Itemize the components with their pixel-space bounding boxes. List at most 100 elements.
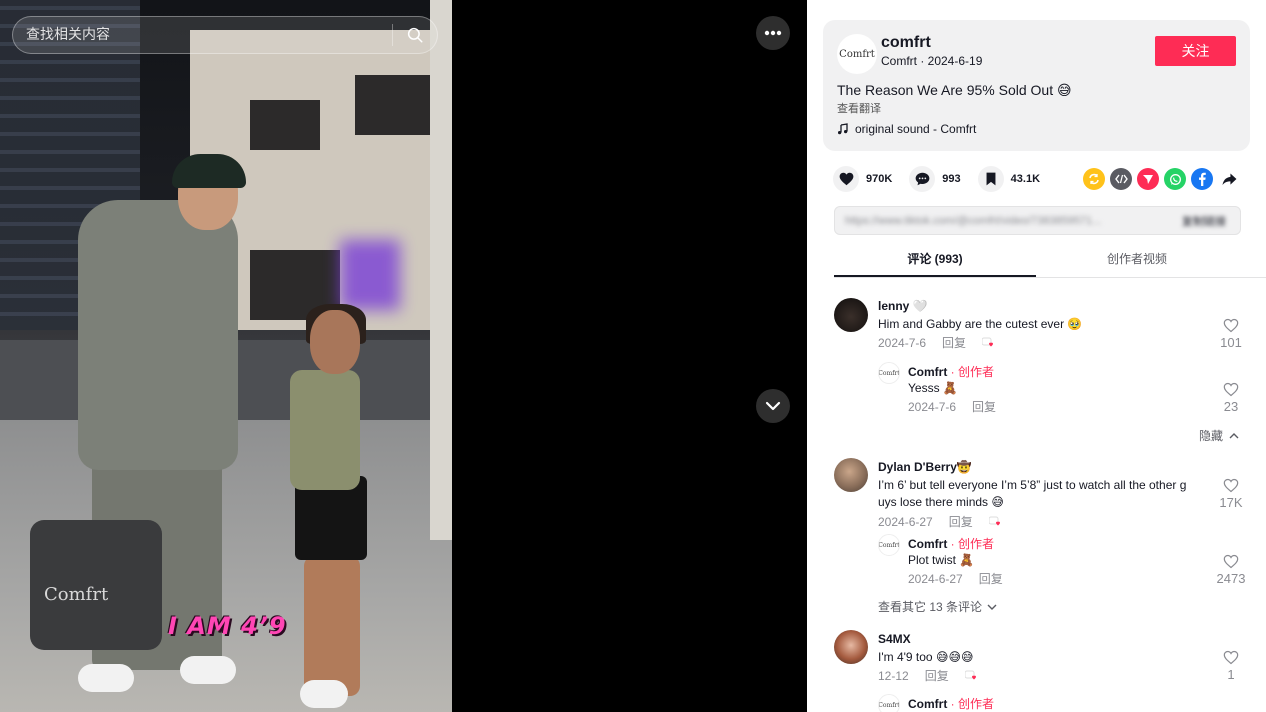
reply-author-avatar[interactable]: Comfrt [878,534,900,556]
commenter-name[interactable]: lenny 🤍 [878,299,928,313]
comment-like[interactable]: 17K [1211,478,1251,510]
commenter-name[interactable]: S4MX [878,632,911,646]
embed-button[interactable] [1110,168,1132,190]
video-player[interactable]: Comfrt I AM 4’9 [0,0,452,712]
creator-tag: · 创作者 [947,365,994,379]
comment-meta: 2024-6-27 回复 [878,513,1003,530]
reply-meta: 2024-6-27 回复 [908,570,1003,587]
creator-tag: · 创作者 [947,537,994,551]
creator-subtitle: Comfrt · 2024-6-19 [881,54,983,68]
comment-date: 2024-6-27 [878,514,933,529]
commenter-name[interactable]: Dylan D'Berry🤠 [878,460,972,474]
video-person-tall [78,200,238,470]
comment-like-count: 17K [1219,495,1243,510]
heart-outline-icon[interactable] [1223,382,1239,397]
facebook-share-button[interactable] [1191,168,1213,190]
chevron-up-icon [1229,432,1239,438]
video-shoe [300,680,348,708]
like-action[interactable]: 970K [833,166,892,192]
save-action[interactable]: 43.1K [977,166,1041,192]
reply-button[interactable]: 回复 [942,334,966,351]
heart-outline-icon[interactable] [1223,650,1239,665]
comment-like[interactable]: 101 [1211,318,1251,350]
reply-date: 2024-7-6 [908,399,957,414]
video-person-short-legs [304,556,360,696]
more-options-button[interactable] [756,16,790,50]
reply-author-avatar[interactable]: Comfrt [878,362,900,384]
video-person-tall-cap [172,154,246,188]
comment-date: 2024-7-6 [878,335,927,350]
reply-like-count: 2473 [1216,571,1246,586]
send-to-friend-button[interactable] [1137,168,1159,190]
search-input[interactable] [13,17,392,53]
comment-like[interactable]: 1 [1211,650,1251,682]
reply-author-name: Comfrt [908,365,948,379]
heart-outline-icon[interactable] [1223,478,1239,493]
comment-meta: 12-12 回复 [878,667,979,684]
chevron-down-icon [987,604,997,610]
chevron-down-icon [765,401,781,411]
comment-action[interactable]: 993 [909,166,961,192]
translate-link[interactable]: 查看翻译 [837,100,881,116]
post-caption: The Reason We Are 95% Sold Out 😅 [837,82,1072,98]
comment-button[interactable] [909,166,936,192]
save-count: 43.1K [1010,173,1041,185]
reply-author[interactable]: Comfrt · 创作者 [908,363,994,380]
video-shoe [78,664,134,692]
like-button[interactable] [833,166,859,192]
comment-like-count: 101 [1220,335,1242,350]
reply-author-name: Comfrt [908,697,948,711]
tab-comments[interactable]: 评论 (993) [834,242,1036,277]
whatsapp-share-button[interactable] [1164,168,1186,190]
creator-liked-badge-icon [988,516,1000,525]
comment-like-count: 1 [1227,667,1235,682]
hide-replies-button[interactable]: 隐藏 [1199,427,1239,444]
send-icon [1143,175,1153,184]
reply-author[interactable]: Comfrt · 创作者 [908,695,994,712]
repost-icon [1089,173,1099,185]
commenter-avatar[interactable] [834,630,868,664]
share-arrow-icon [1222,172,1236,185]
like-count: 970K [866,173,893,185]
search-bar [12,16,438,54]
video-shoe [180,656,236,684]
reply-text: Yesss 🧸 [908,381,958,395]
reply-button[interactable]: 回复 [949,513,973,530]
heart-outline-icon[interactable] [1223,318,1239,333]
tiktok-video-page: Comfrt I AM 4’9 查找相关内容 Comfrt comfrt Com… [0,0,1266,712]
video-area: Comfrt I AM 4’9 [0,0,807,712]
heart-outline-icon[interactable] [1223,554,1239,569]
hide-replies-label: 隐藏 [1199,429,1224,443]
reply-button[interactable]: 回复 [925,667,949,684]
commenter-avatar[interactable] [834,458,868,492]
search-icon [407,27,423,43]
reply-button[interactable]: 回复 [972,398,996,415]
comment-text: Him and Gabby are the cutest ever 🥹 [878,317,1083,331]
view-more-replies-label: 查看其它 13 条评论 [878,600,983,614]
reply-author[interactable]: Comfrt · 创作者 [908,535,994,552]
more-share-button[interactable] [1218,168,1240,190]
search-button[interactable] [393,17,437,53]
creator-avatar[interactable]: Comfrt [837,34,877,74]
next-video-button[interactable] [756,389,790,423]
share-bar [1083,168,1240,190]
reply-button[interactable]: 回复 [979,570,1003,587]
save-button[interactable] [977,166,1004,192]
commenter-avatar[interactable] [834,298,868,332]
creator-handle[interactable]: comfrt [881,34,931,52]
copy-link-button[interactable]: 复制链接 [1182,213,1226,229]
sound-link[interactable]: original sound - Comfrt [837,122,976,136]
share-link-url[interactable]: https://www.tiktok.com/@comfrt/video/738… [845,215,1165,227]
view-more-replies-button[interactable]: 查看其它 13 条评论 [878,598,997,615]
reply-author-avatar[interactable]: Comfrt [878,694,900,712]
reply-like[interactable]: 23 [1211,382,1251,414]
video-scene-pole [430,0,452,540]
repost-button[interactable] [1083,168,1105,190]
post-info-card: Comfrt comfrt Comfrt · 2024-6-19 关注 The … [823,20,1250,151]
comment-icon [915,172,930,186]
comment-text-line: uys lose there minds 😅 [878,495,1004,509]
reply-like[interactable]: 2473 [1211,554,1251,586]
bookmark-icon [986,172,996,186]
tab-creator-videos[interactable]: 创作者视频 [1036,242,1238,277]
follow-button[interactable]: 关注 [1155,36,1236,66]
